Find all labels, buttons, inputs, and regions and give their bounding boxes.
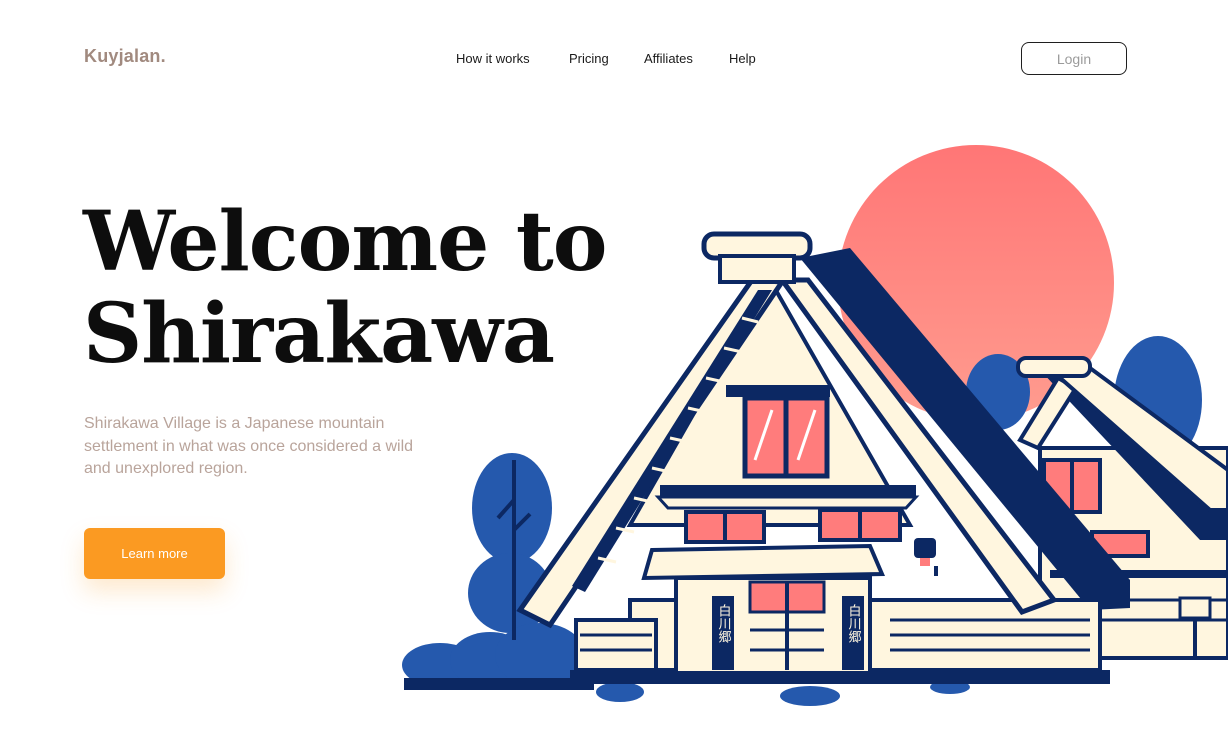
illustration-svg: 白川郷 白川郷 bbox=[402, 145, 1228, 706]
nav-link-how-it-works[interactable]: How it works bbox=[456, 51, 530, 66]
shirakawa-house-illustration: 白川郷 白川郷 bbox=[390, 130, 1228, 720]
learn-more-button[interactable]: Learn more bbox=[84, 528, 225, 579]
window-shape bbox=[742, 395, 830, 479]
nav-link-pricing[interactable]: Pricing bbox=[569, 51, 609, 66]
nav-link-help[interactable]: Help bbox=[729, 51, 756, 66]
brand-logo[interactable]: Kuyjalan. bbox=[84, 46, 166, 67]
nav-link-affiliates[interactable]: Affiliates bbox=[644, 51, 693, 66]
lantern-icon bbox=[914, 538, 938, 576]
sign-text-right: 白川郷 bbox=[846, 603, 862, 643]
login-button[interactable]: Login bbox=[1021, 42, 1127, 75]
hero-description: Shirakawa Village is a Japanese mountain… bbox=[84, 415, 414, 477]
sign-text-left: 白川郷 bbox=[716, 603, 732, 643]
